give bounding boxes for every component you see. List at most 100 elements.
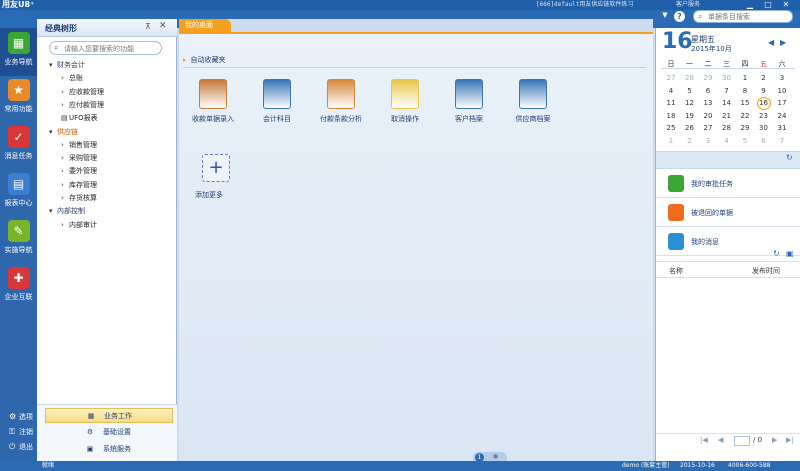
calendar-day-cell[interactable]: 25 — [662, 122, 680, 135]
calendar-day-cell[interactable]: 11 — [662, 97, 680, 110]
calendar-day-cell[interactable]: 28 — [681, 72, 699, 85]
calendar-day-cell[interactable]: 1 — [736, 72, 754, 85]
tree-bottom-item-0[interactable]: ▦ 业务工作 — [45, 408, 173, 423]
page-dot[interactable]: ● — [493, 453, 498, 460]
customer-service-link[interactable]: 客户服务 — [676, 0, 700, 10]
tree-item[interactable]: › 库存管理 — [61, 179, 97, 191]
tree-item[interactable]: ▤UFO报表 — [61, 112, 98, 124]
nav-item-0[interactable]: ▦ 业务导航 — [0, 28, 37, 76]
tree-item[interactable]: ▾ 财务会计 — [49, 59, 85, 71]
last-page-icon[interactable]: ▶| — [786, 436, 794, 444]
calendar-day-cell[interactable]: 6 — [699, 85, 717, 98]
calendar-day-cell[interactable]: 4 — [718, 135, 736, 148]
tree-close-icon[interactable]: ✕ — [159, 21, 167, 31]
tree-item[interactable]: ▾ 内部控制 — [49, 205, 85, 217]
calendar-day-cell[interactable]: 21 — [718, 110, 736, 123]
tree-item[interactable]: › 存货核算 — [61, 192, 97, 204]
dropdown-button[interactable]: ▼ — [659, 11, 671, 23]
tree-bottom-item-2[interactable]: ▣ 系统服务 — [45, 442, 173, 457]
calendar-day-cell[interactable]: 16 — [756, 97, 771, 110]
calendar-day-cell[interactable]: 1 — [662, 135, 680, 148]
bottom-link-0[interactable]: ⚙ 选项 — [9, 412, 33, 422]
calendar-day-cell[interactable]: 3 — [699, 135, 717, 148]
calendar-day-cell[interactable]: 8 — [736, 85, 754, 98]
close-button[interactable]: ✕ — [778, 0, 794, 10]
nav-item-1[interactable]: ★ 常用功能 — [0, 75, 37, 123]
calendar-day-cell[interactable]: 10 — [773, 85, 791, 98]
bottom-link-1[interactable]: ⚿ 注销 — [9, 427, 33, 437]
tree-item[interactable]: › 销售管理 — [61, 139, 97, 151]
calendar-day-cell[interactable]: 17 — [773, 97, 791, 110]
minimize-button[interactable]: ▁ — [742, 0, 758, 10]
calendar-prev-icon[interactable]: ◀ — [768, 38, 774, 47]
desktop-app[interactable]: 客户档案 — [437, 79, 501, 129]
calendar-day-cell[interactable]: 27 — [699, 122, 717, 135]
bottom-link-2[interactable]: ⏻ 退出 — [9, 442, 33, 452]
calendar-day-cell[interactable]: 2 — [755, 72, 773, 85]
pin-icon[interactable]: ⊼ — [145, 22, 151, 31]
tree-item[interactable]: › 应付款管理 — [61, 99, 104, 111]
calendar-day-cell[interactable]: 12 — [681, 97, 699, 110]
calendar-day-cell[interactable]: 31 — [773, 122, 791, 135]
calendar-day-cell[interactable]: 7 — [718, 85, 736, 98]
calendar-day-cell[interactable]: 27 — [662, 72, 680, 85]
nav-item-5[interactable]: ✚ 企业互联 — [0, 263, 37, 311]
first-page-icon[interactable]: |◀ — [700, 436, 708, 444]
calendar-day-cell[interactable]: 26 — [681, 122, 699, 135]
desktop-app[interactable]: 供应商档案 — [501, 79, 565, 129]
desktop-app[interactable]: 会计科目 — [245, 79, 309, 129]
tree-item[interactable]: › 委外管理 — [61, 165, 97, 177]
tree-item[interactable]: ▾ 供应链 — [49, 126, 78, 138]
refresh-icon[interactable]: ↻ — [773, 249, 780, 258]
calendar-day-cell[interactable]: 18 — [662, 110, 680, 123]
tree-item[interactable]: › 总账 — [61, 72, 83, 84]
calendar-day-cell[interactable]: 29 — [699, 72, 717, 85]
tree-search[interactable]: ⌕ — [49, 41, 162, 55]
calendar-day-cell[interactable]: 2 — [681, 135, 699, 148]
nav-item-4[interactable]: ✎ 实施导航 — [0, 216, 37, 264]
calendar-day-cell[interactable]: 7 — [773, 135, 791, 148]
tree-search-input[interactable] — [64, 44, 159, 53]
help-button[interactable]: ? — [674, 11, 685, 22]
calendar-day-cell[interactable]: 20 — [699, 110, 717, 123]
tab-my-desktop[interactable]: 我的桌面 — [179, 19, 231, 32]
calendar-day-cell[interactable]: 23 — [755, 110, 773, 123]
nav-item-2[interactable]: ✓ 消息任务 — [0, 122, 37, 170]
add-more-button[interactable]: + — [202, 154, 230, 182]
maximize-button[interactable]: □ — [760, 0, 776, 10]
global-search[interactable]: ⌕ — [693, 10, 793, 23]
calendar-day-cell[interactable]: 6 — [755, 135, 773, 148]
task-item[interactable]: 我的审批任务 — [656, 170, 800, 198]
desktop-app[interactable]: 取消操作 — [373, 79, 437, 129]
prev-page-icon[interactable]: ◀ — [718, 436, 723, 444]
calendar-day-cell[interactable]: 24 — [773, 110, 791, 123]
calendar-day-cell[interactable]: 3 — [773, 72, 791, 85]
calendar-day-cell[interactable]: 13 — [699, 97, 717, 110]
global-search-input[interactable] — [708, 12, 790, 22]
tree-bottom-item-1[interactable]: ⚙ 基础设置 — [45, 425, 173, 440]
tree-item[interactable]: › 应收款管理 — [61, 86, 104, 98]
calendar-day-cell[interactable]: 28 — [718, 122, 736, 135]
calendar-day-cell[interactable]: 9 — [755, 85, 773, 98]
tree-item[interactable]: › 内部审计 — [61, 219, 97, 231]
calendar-day-cell[interactable]: 5 — [736, 135, 754, 148]
calendar-day-cell[interactable]: 30 — [718, 72, 736, 85]
calendar-day-cell[interactable]: 19 — [681, 110, 699, 123]
desktop-app[interactable]: 付款条款分析 — [309, 79, 373, 129]
tree-item[interactable]: › 采购管理 — [61, 152, 97, 164]
next-page-icon[interactable]: ▶ — [772, 436, 777, 444]
refresh-icon[interactable]: ↻ — [786, 153, 793, 162]
task-item[interactable]: 被退回的单据 — [656, 199, 800, 227]
save-icon[interactable]: ▣ — [786, 249, 794, 258]
nav-item-3[interactable]: ▤ 报表中心 — [0, 169, 37, 217]
calendar-day-cell[interactable]: 29 — [736, 122, 754, 135]
calendar-day-cell[interactable]: 22 — [736, 110, 754, 123]
calendar-next-icon[interactable]: ▶ — [780, 38, 786, 47]
page-input[interactable] — [734, 436, 750, 446]
desktop-app[interactable]: 收款单据录入 — [181, 79, 245, 129]
calendar-day-cell[interactable]: 4 — [662, 85, 680, 98]
calendar-day-cell[interactable]: 5 — [681, 85, 699, 98]
calendar-day-cell[interactable]: 14 — [718, 97, 736, 110]
calendar-day-cell[interactable]: 30 — [755, 122, 773, 135]
calendar-day-cell[interactable]: 15 — [736, 97, 754, 110]
